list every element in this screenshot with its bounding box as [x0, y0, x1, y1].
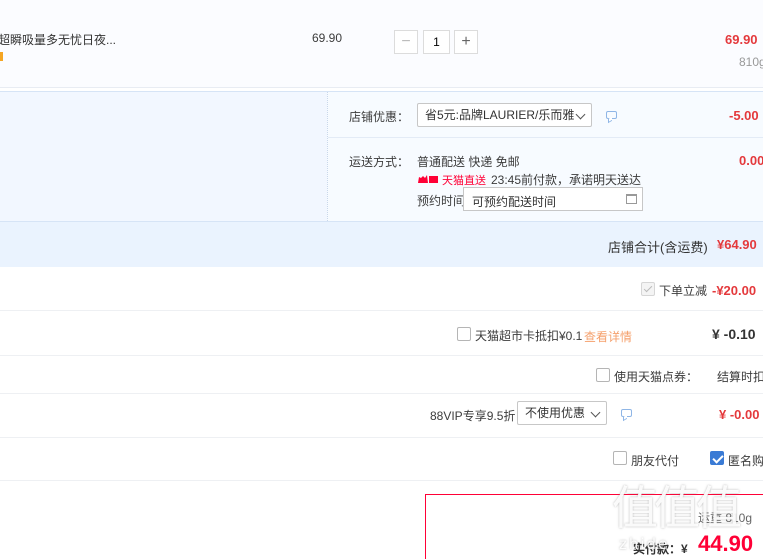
message-icon[interactable]: [621, 409, 632, 417]
supermarket-card-link[interactable]: 查看详情: [584, 328, 632, 345]
instant-discount-checkbox: [641, 282, 655, 296]
supermarket-card-value: ¥ -0.10: [712, 326, 756, 342]
chevron-down-icon: [590, 407, 601, 418]
friend-pay-checkbox[interactable]: [613, 451, 627, 465]
shop-total-bar: 店铺合计(含运费) ¥64.90: [0, 221, 763, 267]
shop-discount-label: 店铺优惠：: [349, 110, 410, 124]
item-subtotal: 69.90: [725, 32, 758, 47]
supermarket-card-checkbox[interactable]: [457, 327, 471, 341]
cart-item-row: 超瞬吸量多无忧日夜... 69.90 − 1 + 69.90 810g: [0, 0, 763, 88]
shop-options: 店铺优惠： 省5元:品牌LAURIER/乐而雅 -5.00 运送方式： 普通配送…: [327, 92, 763, 221]
reserve-label: 预约时间: [417, 194, 466, 208]
points-value: 结算时扣除: [717, 370, 763, 384]
divider: [0, 355, 763, 356]
quantity-plus-button[interactable]: +: [454, 30, 478, 54]
points-checkbox[interactable]: [596, 368, 610, 382]
shop-total-label: 店铺合计(含运费): [608, 240, 708, 255]
shop-discount-select[interactable]: 省5元:品牌LAURIER/乐而雅: [417, 103, 592, 127]
message-icon[interactable]: [606, 111, 617, 119]
vip-discount-value: ¥ -0.00: [719, 407, 760, 422]
shipping-value: 0.00: [739, 153, 763, 168]
vip-label: 88VIP专享9.5折: [430, 409, 516, 423]
supermarket-card-label: 天猫超市卡抵扣¥0.1: [475, 329, 583, 343]
friend-pay-label: 朋友代付: [631, 454, 680, 468]
anonymous-label: 匿名购买: [728, 454, 763, 468]
shop-total-value: ¥64.90: [717, 237, 757, 252]
shipping-method: 普通配送 快递 免邮: [417, 155, 520, 169]
delivery-promise: 23:45前付款，承诺明天送达: [491, 173, 642, 187]
watermark-logo: 值值值: [612, 481, 742, 535]
item-weight: 810g: [739, 55, 763, 69]
reserve-time-input[interactable]: 可预约配送时间: [463, 187, 643, 211]
tmall-cat-icon: [417, 173, 439, 183]
shop-discount-value: -5.00: [729, 108, 759, 123]
shop-section: 店铺优惠： 省5元:品牌LAURIER/乐而雅 -5.00 运送方式： 普通配送…: [0, 91, 763, 267]
divider: [0, 393, 763, 394]
shop-discount-select-value: 省5元:品牌LAURIER/乐而雅: [425, 108, 575, 122]
calendar-icon[interactable]: [626, 194, 637, 204]
points-label: 使用天猫点券：: [614, 370, 699, 384]
quantity-input[interactable]: 1: [423, 30, 450, 54]
unit-price: 69.90: [312, 31, 343, 45]
promo-tag-icon: [0, 52, 3, 61]
instant-discount-value: -¥20.00: [712, 283, 757, 298]
item-title[interactable]: 超瞬吸量多无忧日夜...: [0, 31, 116, 48]
vip-discount-select-value: 不使用优惠: [525, 406, 586, 420]
chevron-down-icon: [575, 109, 586, 120]
reserve-time-placeholder: 可预约配送时间: [472, 195, 557, 209]
anonymous-checkbox[interactable]: [710, 451, 724, 465]
divider: [328, 137, 763, 138]
shipping-label: 运送方式：: [349, 155, 410, 169]
divider: [0, 437, 763, 438]
tmall-direct-badge: 天猫直送: [442, 175, 486, 187]
instant-discount-label: 下单立减: [659, 284, 708, 298]
vip-discount-select[interactable]: 不使用优惠: [517, 401, 607, 425]
quantity-minus-button[interactable]: −: [394, 30, 418, 54]
watermark-site: zhide: [619, 535, 670, 553]
divider: [0, 310, 763, 311]
